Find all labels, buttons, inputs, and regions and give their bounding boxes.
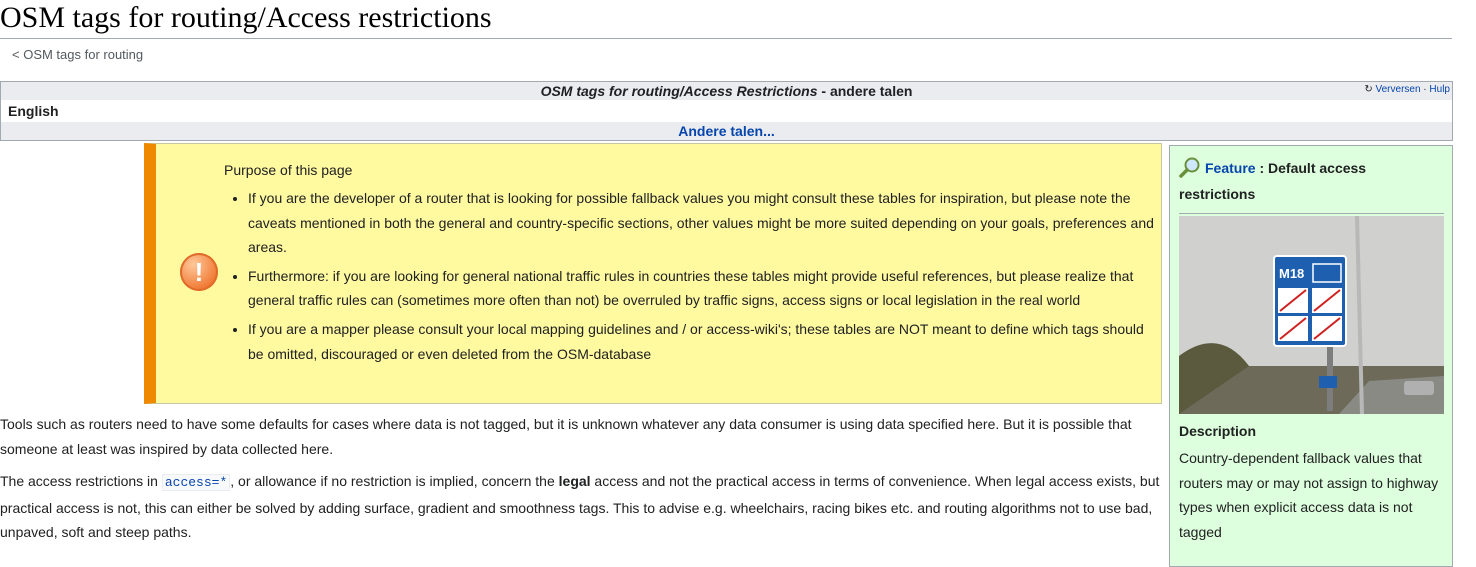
- feature-infobox: Feature : Default access restrictions M1…: [1169, 145, 1453, 567]
- feature-link[interactable]: Feature: [1205, 160, 1256, 176]
- description-heading: Description: [1179, 423, 1257, 439]
- refresh-link[interactable]: Verversen: [1376, 84, 1421, 95]
- notice-item: If you are the developer of a router tha…: [248, 186, 1163, 260]
- languages-box-heading: OSM tags for routing/Access Restrictions…: [1, 82, 1452, 100]
- help-link[interactable]: Hulp: [1429, 84, 1450, 95]
- infobox-heading: Feature : Default access restrictions: [1179, 155, 1444, 214]
- refresh-icon: ↻: [1364, 84, 1373, 95]
- legal-bold: legal: [558, 473, 591, 489]
- page-title: OSM tags for routing/Access restrictions: [0, 0, 1452, 39]
- feature-separator: :: [1255, 160, 1269, 176]
- more-languages-link[interactable]: Andere talen...: [678, 123, 774, 139]
- notice-heading: Purpose of this page: [224, 162, 353, 178]
- access-text-1: The access restrictions in: [0, 473, 162, 489]
- access-text-2: , or allowance if no restriction is impl…: [230, 473, 559, 489]
- languages-box-tools: ↻ Verversen · Hulp: [1364, 83, 1450, 97]
- notice-item: Furthermore: if you are looking for gene…: [248, 264, 1163, 313]
- notice-item: If you are a mapper please consult your …: [248, 317, 1163, 366]
- road-sign-photo[interactable]: M18: [1179, 216, 1444, 414]
- description-text: Country-dependent fallback values that r…: [1179, 450, 1439, 540]
- languages-heading-title: OSM tags for routing/Access Restrictions: [540, 83, 818, 99]
- sign-label: M18: [1279, 266, 1304, 281]
- notice-list: If you are the developer of a router tha…: [224, 182, 1163, 366]
- languages-box: OSM tags for routing/Access Restrictions…: [0, 81, 1453, 141]
- access-paragraph: The access restrictions in access=*, or …: [0, 469, 1160, 545]
- road-sign-illustration: M18: [1179, 216, 1444, 414]
- exclamation-icon: !: [180, 253, 218, 291]
- purpose-notice-box: ! Purpose of this page If you are the de…: [144, 143, 1162, 404]
- magnifier-icon: [1179, 157, 1200, 178]
- languages-heading-suffix: - andere talen: [817, 83, 913, 99]
- intro-paragraph: Tools such as routers need to have some …: [0, 416, 1132, 457]
- access-tag-link[interactable]: access=*: [161, 474, 231, 491]
- breadcrumb-link[interactable]: < OSM tags for routing: [12, 47, 143, 62]
- current-language: English: [1, 100, 1452, 122]
